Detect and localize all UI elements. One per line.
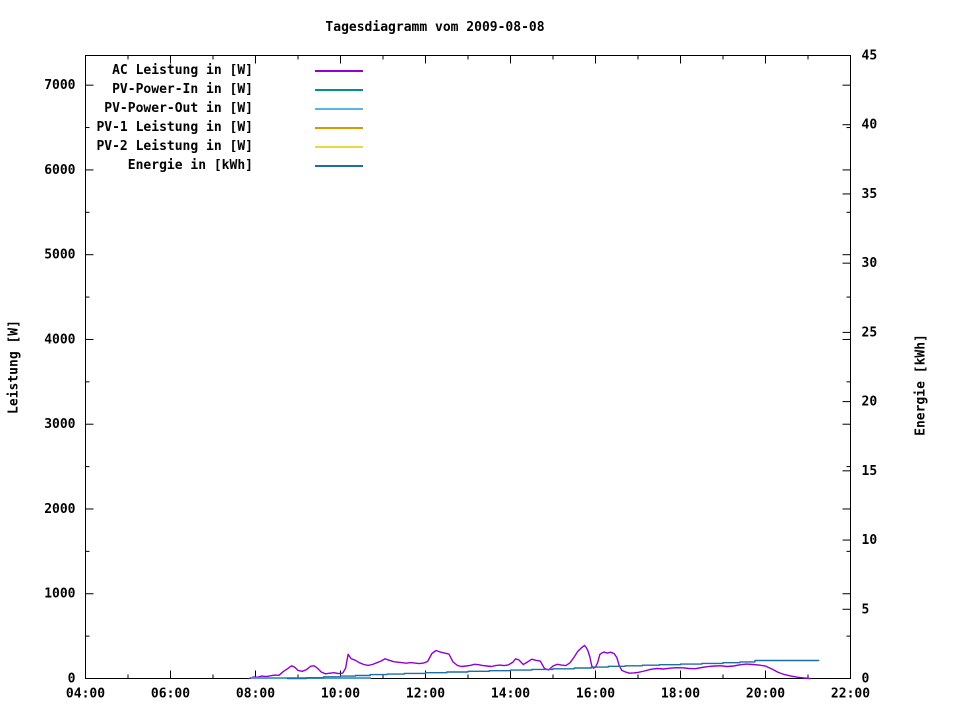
x-tick-label: 10:00 (321, 687, 360, 702)
y2-tick-label: 20 (862, 395, 878, 410)
y2-tick-label: 5 (862, 602, 870, 617)
y-tick-label: 2000 (44, 502, 75, 517)
legend-line-sample-ac-leistung (315, 69, 363, 72)
legend-label-pv-1-leistung: PV-1 Leistung in [W] (96, 120, 253, 135)
y-tick-label: 7000 (44, 78, 75, 93)
x-tick-label: 20:00 (746, 687, 785, 702)
legend-line-sample-pv-2-leistung (315, 145, 363, 148)
chart-canvas: Tagesdiagramm vom 2009-08-08 Leistung [W… (0, 0, 960, 720)
series-line-ac-leistung (248, 644, 811, 680)
x-tick-label: 14:00 (491, 687, 530, 702)
legend-item-pv-power-out: PV-Power-Out in [W] (85, 99, 365, 118)
legend-item-energie: Energie in [kWh] (85, 156, 365, 175)
y-tick-label: 1000 (44, 587, 75, 602)
legend-line-sample-pv-power-in (315, 88, 363, 91)
legend-item-pv-1-leistung: PV-1 Leistung in [W] (85, 118, 365, 137)
y2-tick-label: 0 (862, 672, 870, 687)
y2-tick-label: 40 (862, 118, 878, 133)
legend-line-sample-energie (315, 164, 363, 167)
y-tick-label: 6000 (44, 163, 75, 178)
y-tick-label: 3000 (44, 417, 75, 432)
x-tick-label: 08:00 (236, 687, 275, 702)
legend-label-energie: Energie in [kWh] (127, 158, 253, 173)
x-tick-label: 16:00 (576, 687, 615, 702)
x-tick-label: 22:00 (831, 687, 870, 702)
y-tick-label: 5000 (44, 248, 75, 263)
y2-tick-label: 10 (862, 533, 878, 548)
y2-tick-label: 15 (862, 464, 878, 479)
legend: AC Leistung in [W] PV-Power-In in [W] PV-P… (85, 61, 365, 175)
x-tick-label: 04:00 (66, 687, 105, 702)
legend-item-pv-power-in: PV-Power-In in [W] (85, 80, 365, 99)
legend-line-sample-pv-1-leistung (315, 126, 363, 129)
legend-item-pv-2-leistung: PV-2 Leistung in [W] (85, 137, 365, 156)
legend-label-pv-2-leistung: PV-2 Leistung in [W] (96, 139, 253, 154)
x-tick-label: 12:00 (406, 687, 445, 702)
legend-line-sample-pv-power-out (315, 107, 363, 110)
y2-tick-label: 45 (862, 49, 878, 64)
legend-label-ac-leistung: AC Leistung in [W] (112, 63, 253, 78)
y-tick-label: 0 (68, 672, 76, 687)
y-tick-label: 4000 (44, 332, 75, 347)
legend-item-ac-leistung: AC Leistung in [W] (85, 61, 365, 80)
y2-tick-label: 35 (862, 187, 878, 202)
x-tick-label: 18:00 (661, 687, 700, 702)
legend-label-pv-power-in: PV-Power-In in [W] (112, 82, 253, 97)
y2-tick-label: 25 (862, 325, 878, 340)
x-tick-label: 06:00 (151, 687, 190, 702)
y2-tick-label: 30 (862, 256, 878, 271)
legend-label-pv-power-out: PV-Power-Out in [W] (104, 101, 253, 116)
